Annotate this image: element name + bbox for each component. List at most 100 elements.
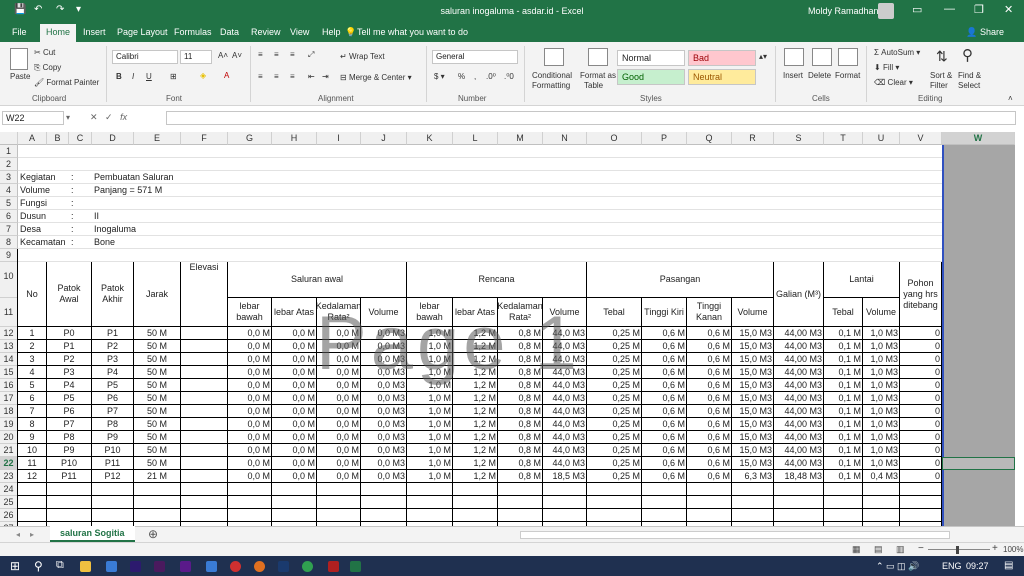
table-cell-empty[interactable]	[587, 509, 642, 522]
table-cell[interactable]: 0,0 M	[228, 431, 272, 444]
column-header-a[interactable]: A	[18, 132, 47, 145]
table-cell[interactable]: 6	[18, 392, 47, 405]
row-header[interactable]: 15	[0, 366, 18, 379]
table-cell[interactable]: 0,6 M	[687, 470, 732, 483]
table-cell[interactable]: 44,00 M3	[774, 444, 824, 457]
header-pohon[interactable]: Pohon yang hrs ditebang	[900, 262, 942, 327]
windows-start-icon[interactable]: ⊞	[10, 559, 20, 573]
table-cell[interactable]: P6	[47, 405, 92, 418]
page-break-view-icon[interactable]: ▥	[896, 544, 905, 555]
table-cell[interactable]: 0,0 M3	[361, 405, 407, 418]
table-cell-empty[interactable]	[18, 509, 47, 522]
task-view-icon[interactable]: ⧉	[56, 559, 64, 572]
column-header-k[interactable]: K	[407, 132, 453, 145]
row-header[interactable]: 2	[0, 158, 18, 171]
header-saluran-awal[interactable]: Saluran awal	[228, 262, 407, 298]
table-cell[interactable]: 0	[900, 327, 942, 340]
table-cell[interactable]: 44,0 M3	[543, 392, 587, 405]
table-cell[interactable]: 1,0 M3	[863, 431, 900, 444]
table-cell[interactable]: 1,2 M	[453, 327, 498, 340]
table-cell-empty[interactable]	[687, 483, 732, 496]
table-cell[interactable]: P0	[47, 327, 92, 340]
table-cell[interactable]: 44,0 M3	[543, 418, 587, 431]
fill-color-icon[interactable]: ◈	[200, 71, 206, 80]
cut-button[interactable]: ✂ Cut	[34, 48, 55, 57]
table-cell[interactable]	[181, 418, 228, 431]
table-cell[interactable]: 0	[900, 340, 942, 353]
table-cell[interactable]: 5	[18, 379, 47, 392]
decrease-font-icon[interactable]: A˅	[232, 51, 242, 60]
clear-button[interactable]: ⌫ Clear ▾	[874, 78, 913, 87]
table-cell[interactable]: 44,00 M3	[774, 379, 824, 392]
subheader-volume[interactable]: Volume	[732, 298, 774, 327]
opera-icon[interactable]	[230, 561, 241, 572]
table-cell[interactable]: 0,1 M	[824, 353, 863, 366]
table-cell-empty[interactable]	[47, 509, 92, 522]
tab-data[interactable]: Data	[220, 27, 239, 37]
format-painter-button[interactable]: 🖌 Format Painter	[34, 78, 99, 87]
table-cell-empty[interactable]	[498, 509, 543, 522]
table-cell[interactable]: 18,5 M3	[543, 470, 587, 483]
table-cell[interactable]: 1,2 M	[453, 353, 498, 366]
table-cell-empty[interactable]	[92, 496, 134, 509]
table-cell[interactable]: 0,8 M	[498, 340, 543, 353]
table-cell[interactable]: 0	[900, 392, 942, 405]
column-header-h[interactable]: H	[272, 132, 317, 145]
insert-cells-icon[interactable]	[784, 48, 804, 66]
row-header[interactable]: 3	[0, 171, 18, 184]
subheader-volume[interactable]: Volume	[361, 298, 407, 327]
delete-cells-button[interactable]: Delete	[808, 71, 831, 80]
table-cell[interactable]: 0,1 M	[824, 340, 863, 353]
table-cell[interactable]: 0,0 M	[228, 379, 272, 392]
wrap-text-button[interactable]: ↵ Wrap Text	[340, 52, 385, 61]
table-cell[interactable]: 0,0 M	[272, 405, 317, 418]
row-header[interactable]: 18	[0, 405, 18, 418]
column-header-b[interactable]: B	[47, 132, 69, 145]
row-header[interactable]: 5	[0, 197, 18, 210]
table-cell[interactable]: 0,25 M	[587, 457, 642, 470]
table-cell[interactable]: 0,6 M	[642, 353, 687, 366]
table-cell-empty[interactable]	[181, 496, 228, 509]
italic-icon[interactable]: I	[132, 72, 134, 81]
minimize-icon[interactable]: —	[944, 3, 955, 15]
tab-review[interactable]: Review	[251, 27, 281, 37]
subheader-volume[interactable]: Volume	[543, 298, 587, 327]
table-cell[interactable]: P1	[92, 327, 134, 340]
table-cell[interactable]: P11	[92, 457, 134, 470]
normal-view-icon[interactable]: ▦	[852, 544, 861, 555]
table-cell-empty[interactable]	[498, 496, 543, 509]
table-cell[interactable]: 15,0 M3	[732, 418, 774, 431]
subheader-lebar-atas[interactable]: lebar Atas	[453, 298, 498, 327]
table-cell[interactable]	[181, 392, 228, 405]
row-header[interactable]: 25	[0, 496, 18, 509]
table-cell[interactable]: 1,0 M	[407, 405, 453, 418]
table-cell-empty[interactable]	[317, 496, 361, 509]
table-cell[interactable]: 1,0 M3	[863, 366, 900, 379]
table-cell[interactable]: 0,0 M	[317, 392, 361, 405]
align-left-icon[interactable]: ≡	[258, 72, 263, 81]
table-cell[interactable]: 0,25 M	[587, 327, 642, 340]
header-pasangan[interactable]: Pasangan	[587, 262, 774, 298]
table-cell[interactable]: 0,0 M	[317, 418, 361, 431]
table-cell-empty[interactable]	[587, 483, 642, 496]
insert-cells-button[interactable]: Insert	[783, 71, 803, 80]
table-cell[interactable]: 0,0 M	[317, 379, 361, 392]
table-cell[interactable]: 0,8 M	[498, 366, 543, 379]
table-cell-empty[interactable]	[498, 483, 543, 496]
column-header-v[interactable]: V	[900, 132, 942, 145]
table-cell[interactable]	[181, 444, 228, 457]
sort-filter-line2[interactable]: Filter	[930, 81, 948, 90]
table-cell[interactable]: 0,0 M	[317, 366, 361, 379]
increase-decimal-icon[interactable]: .0⁰	[486, 72, 496, 81]
table-cell-empty[interactable]	[687, 496, 732, 509]
table-cell[interactable]: 0,0 M	[272, 327, 317, 340]
table-cell[interactable]: 0,8 M	[498, 405, 543, 418]
column-header-t[interactable]: T	[824, 132, 863, 145]
table-cell[interactable]: 1,0 M	[407, 457, 453, 470]
table-cell[interactable]: 50 M	[134, 457, 181, 470]
worksheet-grid[interactable]: A B C D E F G H I J K L M N O P Q R S T U V W 1 2 3 4 5 6 7 8 9 10 11 12 13…	[0, 132, 1024, 526]
store-icon[interactable]	[106, 561, 117, 572]
table-cell[interactable]: 0,25 M	[587, 379, 642, 392]
table-cell[interactable]: 1,0 M3	[863, 379, 900, 392]
table-cell[interactable]: 3	[18, 353, 47, 366]
